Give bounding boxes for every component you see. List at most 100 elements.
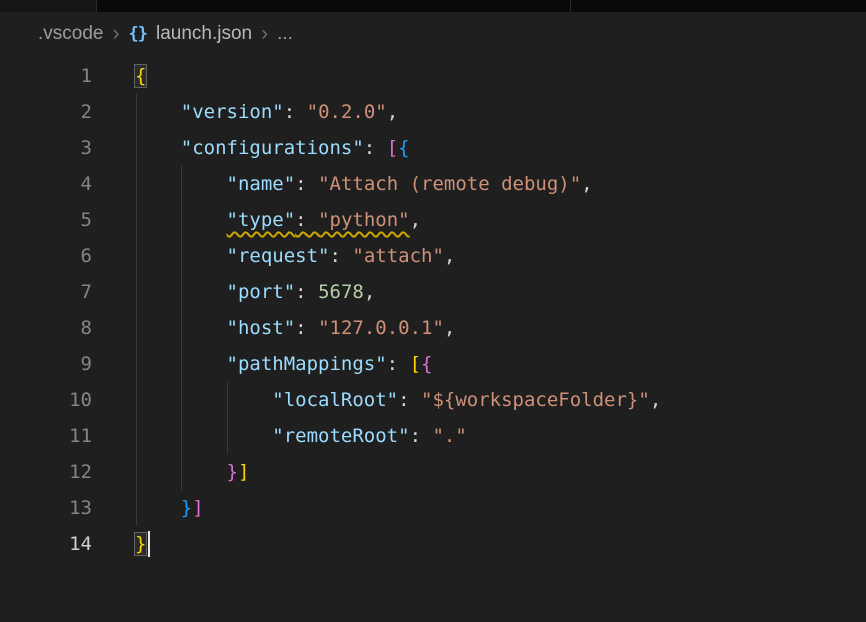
code-token: : [295, 281, 306, 303]
matched-bracket: { [135, 65, 146, 87]
line-number[interactable]: 4 [0, 166, 92, 202]
line-number[interactable]: 6 [0, 238, 92, 274]
json-braces-icon: {} [128, 24, 146, 44]
code-token [135, 137, 181, 159]
line-number[interactable]: 7 [0, 274, 92, 310]
code-token [375, 137, 386, 159]
line-number[interactable]: 1 [0, 58, 92, 94]
code-token [135, 389, 272, 411]
code-token: "type" [227, 209, 296, 231]
code-token: , [444, 245, 455, 267]
code-token: : [329, 245, 340, 267]
code-line[interactable]: 11 "remoteRoot": "." [0, 418, 866, 454]
code-token: "configurations" [181, 137, 364, 159]
line-number[interactable]: 13 [0, 490, 92, 526]
line-number[interactable]: 3 [0, 130, 92, 166]
code-token: } [227, 461, 238, 483]
code-line-text[interactable]: "configurations": [{ [92, 130, 410, 166]
code-token [295, 101, 306, 123]
line-number[interactable]: 8 [0, 310, 92, 346]
code-line[interactable]: 14} [0, 526, 866, 562]
line-number[interactable]: 14 [0, 526, 92, 562]
code-token: "host" [227, 317, 296, 339]
code-token: "port" [227, 281, 296, 303]
code-token: "Attach (remote debug)" [318, 173, 581, 195]
code-token: , [364, 281, 375, 303]
code-token: { [421, 353, 432, 375]
code-token [307, 209, 318, 231]
code-line[interactable]: 8 "host": "127.0.0.1", [0, 310, 866, 346]
code-line-text[interactable]: "port": 5678, [92, 274, 375, 310]
code-line-text[interactable]: { [92, 58, 146, 94]
active-tab-edge[interactable] [0, 0, 96, 12]
code-token: , [581, 173, 592, 195]
code-token: : [295, 317, 306, 339]
code-token: ] [192, 497, 203, 519]
code-editor: 1{2 "version": "0.2.0",3 "configurations… [0, 58, 866, 562]
code-line[interactable]: 12 }] [0, 454, 866, 490]
breadcrumb-folder[interactable]: .vscode [38, 23, 103, 45]
code-token: [ [387, 137, 398, 159]
code-token [307, 317, 318, 339]
line-number[interactable]: 11 [0, 418, 92, 454]
line-number[interactable]: 2 [0, 94, 92, 130]
code-token: [ [410, 353, 421, 375]
code-line-text[interactable]: "type": "python", [92, 202, 421, 238]
code-line[interactable]: 10 "localRoot": "${workspaceFolder}", [0, 382, 866, 418]
code-line[interactable]: 4 "name": "Attach (remote debug)", [0, 166, 866, 202]
code-token [410, 389, 421, 411]
code-line-text[interactable]: "name": "Attach (remote debug)", [92, 166, 593, 202]
line-number[interactable]: 5 [0, 202, 92, 238]
code-token: : [410, 425, 421, 447]
tab-separator [96, 0, 97, 12]
chevron-right-icon: › [112, 23, 119, 44]
code-token: , [387, 101, 398, 123]
breadcrumb-file[interactable]: launch.json [156, 23, 252, 45]
code-line-text[interactable]: "host": "127.0.0.1", [92, 310, 455, 346]
code-line-text[interactable]: "version": "0.2.0", [92, 94, 398, 130]
matched-bracket: } [135, 533, 146, 555]
code-line[interactable]: 5 "type": "python", [0, 202, 866, 238]
vscode-editor-window: .vscode › {} launch.json › ... 1{2 "vers… [0, 0, 866, 622]
code-line-text[interactable]: "request": "attach", [92, 238, 455, 274]
code-line-text[interactable]: }] [92, 454, 249, 490]
code-token: "python" [318, 209, 410, 231]
code-line[interactable]: 2 "version": "0.2.0", [0, 94, 866, 130]
breadcrumb: .vscode › {} launch.json › ... [0, 12, 866, 56]
code-token: , [410, 209, 421, 231]
code-token: : [295, 209, 306, 231]
code-line-text[interactable]: }] [92, 490, 204, 526]
code-token: : [284, 101, 295, 123]
code-line-text[interactable]: "remoteRoot": "." [92, 418, 467, 454]
code-token: "${workspaceFolder}" [421, 389, 650, 411]
code-token: "pathMappings" [227, 353, 387, 375]
code-token: ] [238, 461, 249, 483]
code-token: 5678 [318, 281, 364, 303]
code-token: { [398, 137, 409, 159]
tab-separator [570, 0, 571, 12]
code-token [135, 497, 181, 519]
code-token: "." [432, 425, 466, 447]
tab-bar [0, 0, 866, 12]
line-number[interactable]: 9 [0, 346, 92, 382]
code-area[interactable]: 1{2 "version": "0.2.0",3 "configurations… [0, 58, 866, 562]
breadcrumb-overflow[interactable]: ... [277, 23, 293, 45]
code-line-text[interactable]: } [92, 526, 150, 562]
code-token: , [650, 389, 661, 411]
code-line[interactable]: 6 "request": "attach", [0, 238, 866, 274]
code-line[interactable]: 3 "configurations": [{ [0, 130, 866, 166]
code-line[interactable]: 7 "port": 5678, [0, 274, 866, 310]
chevron-right-icon: › [261, 23, 268, 44]
code-token: "attach" [352, 245, 444, 267]
line-number[interactable]: 10 [0, 382, 92, 418]
code-line[interactable]: 13 }] [0, 490, 866, 526]
code-line-text[interactable]: "pathMappings": [{ [92, 346, 432, 382]
code-token [135, 425, 272, 447]
code-token: : [295, 173, 306, 195]
code-token: "0.2.0" [307, 101, 387, 123]
code-token: , [444, 317, 455, 339]
line-number[interactable]: 12 [0, 454, 92, 490]
code-line[interactable]: 1{ [0, 58, 866, 94]
code-line-text[interactable]: "localRoot": "${workspaceFolder}", [92, 382, 661, 418]
code-line[interactable]: 9 "pathMappings": [{ [0, 346, 866, 382]
